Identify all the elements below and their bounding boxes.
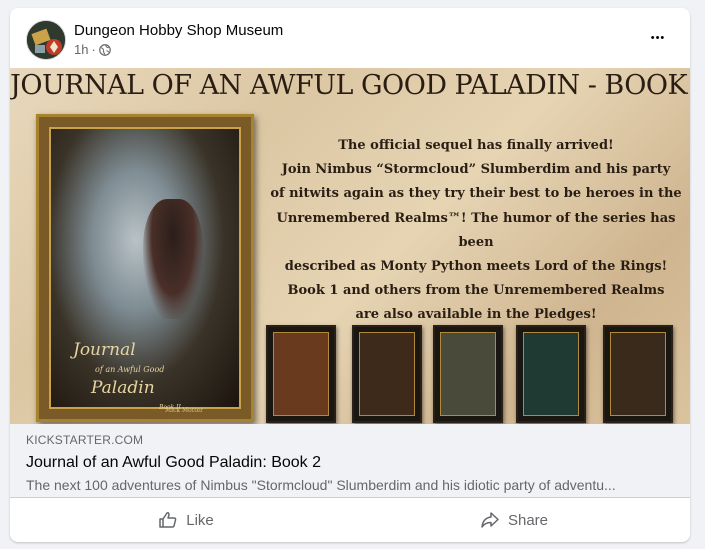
link-domain: KICKSTARTER.COM <box>26 433 144 447</box>
thumbnail-art <box>610 332 666 416</box>
promo-line: are also available in the Pledges! <box>355 307 597 323</box>
share-button[interactable]: Share <box>350 502 678 538</box>
cover-figure <box>143 199 203 319</box>
post-meta: 1h · <box>74 42 111 57</box>
cover-title: Journal of an Awful Good Paladin Book II <box>73 341 213 417</box>
like-label: Like <box>186 511 214 529</box>
book-cover-image: Journal of an Awful Good Paladin Book II… <box>36 114 254 422</box>
thumbnail-art <box>523 332 579 416</box>
promo-line: of nitwits again as they try their best … <box>270 186 682 202</box>
avatar-logo-icon <box>27 21 65 59</box>
book-thumbnail-5 <box>603 325 673 423</box>
thumbnail-art <box>273 332 329 416</box>
thumbnail-art <box>440 332 496 416</box>
promo-line: described as Monty Python meets Lord of … <box>284 259 668 275</box>
book-thumbnail-1 <box>266 325 336 423</box>
post-card: Dungeon Hobby Shop Museum 1h · ••• JOURN… <box>10 8 690 542</box>
meta-separator: · <box>91 42 96 57</box>
post-time[interactable]: 1h <box>74 42 88 57</box>
share-label: Share <box>507 511 549 529</box>
book-thumbnail-3 <box>433 325 503 423</box>
more-options-icon: ••• <box>650 32 666 44</box>
post-actions: Like Share <box>10 502 690 538</box>
book-thumbnail-4 <box>516 325 586 423</box>
cover-subtitle: of an Awful Good <box>95 365 165 374</box>
like-button[interactable]: Like <box>22 502 350 538</box>
link-description: The next 100 adventures of Nimbus "Storm… <box>26 477 616 493</box>
promo-line: Unremembered Realms™! The humor of the s… <box>276 210 676 250</box>
promo-line: Book 1 and others from the Unremembered … <box>287 283 665 299</box>
promo-line: Join Nimbus “Stormcloud” Slumberdim and … <box>281 162 671 178</box>
cover-title-line2: Paladin <box>91 378 155 398</box>
share-icon <box>481 512 499 528</box>
globe-icon[interactable] <box>98 43 111 56</box>
page-avatar[interactable] <box>26 20 66 60</box>
more-options-button[interactable]: ••• <box>640 26 676 50</box>
promo-line: The official sequel has finally arrived! <box>338 138 614 153</box>
link-preview[interactable]: KICKSTARTER.COM Journal of an Awful Good… <box>10 424 690 498</box>
book-thumbnail-2 <box>352 325 422 423</box>
page-name-link[interactable]: Dungeon Hobby Shop Museum <box>74 22 283 39</box>
promo-text: The official sequel has finally arrived!… <box>270 134 682 328</box>
post-link-image[interactable]: JOURNAL OF AN AWFUL GOOD PALADIN - BOOK … <box>10 68 690 424</box>
cover-author: Mick Motter <box>165 407 203 414</box>
thumbnail-art <box>359 332 415 416</box>
link-title[interactable]: Journal of an Awful Good Paladin: Book 2 <box>26 454 321 472</box>
thumbs-up-icon <box>159 512 177 528</box>
cover-title-line1: Journal <box>73 340 136 360</box>
banner-title: JOURNAL OF AN AWFUL GOOD PALADIN - BOOK … <box>10 70 690 101</box>
